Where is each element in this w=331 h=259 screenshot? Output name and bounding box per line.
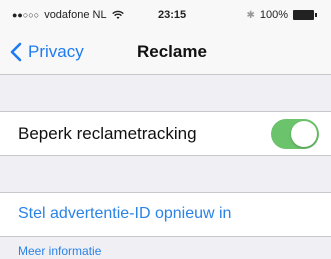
reset-advertising-id-button[interactable]: Stel advertentie-ID opnieuw in — [18, 205, 231, 223]
battery-icon — [293, 10, 317, 20]
battery-percent: 100% — [259, 9, 288, 21]
back-button[interactable]: Privacy — [10, 30, 84, 74]
more-info-link[interactable]: Meer informatie — [18, 244, 101, 258]
carrier-label: vodafone NL — [44, 9, 107, 21]
status-bar: ●●○○○ vodafone NL 23:15 ✱ 100% — [0, 0, 331, 30]
status-time: 23:15 — [158, 9, 187, 21]
back-button-label: Privacy — [28, 42, 84, 61]
status-right: ✱ 100% — [246, 9, 317, 21]
bluetooth-icon: ✱ — [246, 9, 255, 21]
signal-strength-icon: ●●○○○ — [12, 10, 40, 20]
chevron-left-icon — [10, 42, 22, 62]
limit-ad-tracking-cell: Beperk reclametracking — [0, 111, 331, 156]
reset-advertising-id-cell[interactable]: Stel advertentie-ID opnieuw in — [0, 192, 331, 237]
page-title: Reclame — [137, 42, 207, 61]
limit-ad-tracking-toggle[interactable] — [271, 119, 319, 149]
status-left: ●●○○○ vodafone NL — [12, 9, 124, 21]
limit-ad-tracking-label: Beperk reclametracking — [18, 124, 197, 143]
toggle-knob — [291, 121, 317, 147]
wifi-icon — [111, 10, 124, 19]
navigation-bar: Privacy Reclame — [0, 30, 331, 75]
section-spacer — [0, 75, 331, 111]
